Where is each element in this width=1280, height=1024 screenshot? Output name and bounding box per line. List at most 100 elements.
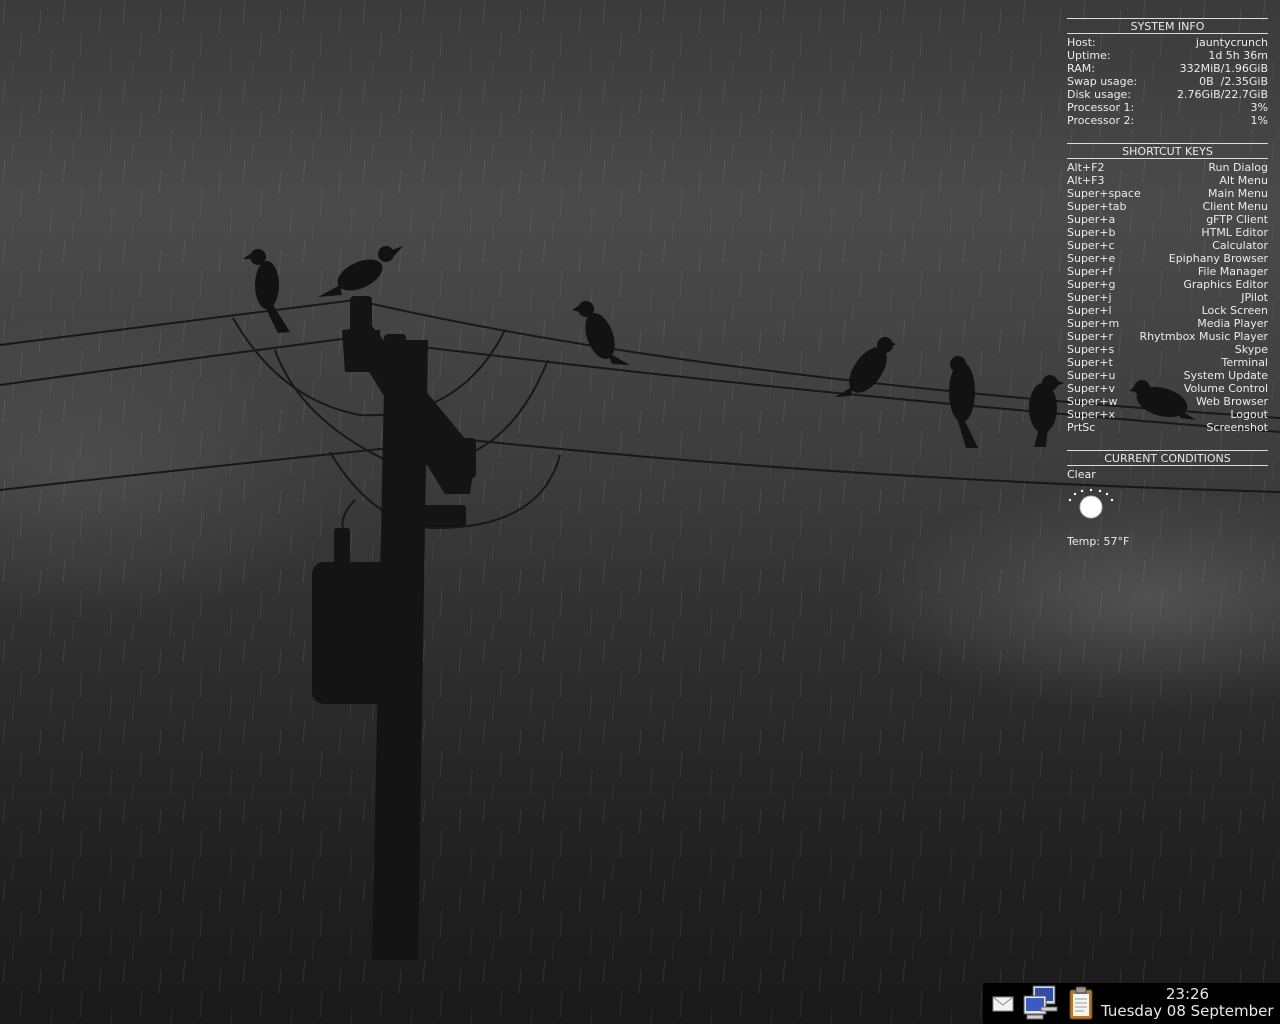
shortcut-row: Super+l Lock Screen — [1067, 304, 1268, 317]
weather-temperature: Temp: 57°F — [1067, 535, 1130, 548]
system-info-list: Host: jauntycrunch Uptime: 1d 5h 36m RAM… — [1067, 36, 1268, 127]
shortcut-row: Super+s Skype — [1067, 343, 1268, 356]
shortcut-action: Run Dialog — [1208, 161, 1268, 174]
shortcut-key: Super+c — [1067, 239, 1115, 252]
shortcut-keys-header: SHORTCUT KEYS — [1067, 143, 1268, 159]
shortcut-row: Super+v Volume Control — [1067, 382, 1268, 395]
shortcut-row: Super+f File Manager — [1067, 265, 1268, 278]
system-info-row-disk: Disk usage: 2.76GiB/22.7GiB — [1067, 88, 1268, 101]
clock-date: Tuesday 08 September — [1101, 1002, 1274, 1020]
shortcut-action: Client Menu — [1202, 200, 1268, 213]
system-info-row-uptime: Uptime: 1d 5h 36m — [1067, 49, 1268, 62]
shortcut-key: Super+u — [1067, 369, 1116, 382]
shortcut-key: Alt+F3 — [1067, 174, 1105, 187]
shortcut-row: Super+x Logout — [1067, 408, 1268, 421]
system-info-row-host: Host: jauntycrunch — [1067, 36, 1268, 49]
shortcut-row: Super+m Media Player — [1067, 317, 1268, 330]
shortcut-key: Super+w — [1067, 395, 1118, 408]
shortcut-action: Volume Control — [1183, 382, 1268, 395]
clock[interactable]: 23:26 Tuesday 08 September — [1095, 986, 1280, 1020]
info-label: Swap usage: — [1067, 75, 1138, 88]
shortcut-key: Alt+F2 — [1067, 161, 1105, 174]
shortcut-key: Super+s — [1067, 343, 1115, 356]
weather-condition: Clear — [1067, 468, 1096, 481]
shortcut-action: System Update — [1183, 369, 1268, 382]
shortcut-key: Super+v — [1067, 382, 1115, 395]
info-value: 1d 5h 36m — [1208, 49, 1268, 62]
shortcut-key: Super+a — [1067, 213, 1116, 226]
current-conditions-header: CURRENT CONDITIONS — [1067, 450, 1268, 466]
info-value: 332MiB/1.96GiB — [1179, 62, 1268, 75]
shortcut-keys-list: Alt+F2 Run Dialog Alt+F3 Alt Menu Super+spac… — [1067, 161, 1268, 434]
network-computers-icon[interactable] — [1021, 983, 1061, 1024]
shortcut-action: Logout — [1230, 408, 1268, 421]
shortcut-row: Super+a gFTP Client — [1067, 213, 1268, 226]
info-label: RAM: — [1067, 62, 1095, 75]
shortcut-row: Super+c Calculator — [1067, 239, 1268, 252]
mail-icon[interactable] — [987, 983, 1017, 1024]
conky-panel: SYSTEM INFO Host: jauntycrunch Uptime: 1… — [1067, 18, 1268, 548]
info-value: 0B /2.35GiB — [1199, 75, 1268, 88]
shortcut-row: Super+e Epiphany Browser — [1067, 252, 1268, 265]
info-value: 2.76GiB/22.7GiB — [1177, 88, 1268, 101]
shortcut-action: Main Menu — [1208, 187, 1268, 200]
shortcut-action: Graphics Editor — [1183, 278, 1268, 291]
shortcut-key: PrtSc — [1067, 421, 1096, 434]
clear-night-moon-icon — [1067, 483, 1117, 519]
shortcut-action: Rhytmbox Music Player — [1139, 330, 1268, 343]
shortcut-action: JPilot — [1241, 291, 1268, 304]
shortcut-action: Lock Screen — [1201, 304, 1268, 317]
shortcut-action: Alt Menu — [1219, 174, 1268, 187]
shortcut-key: Super+b — [1067, 226, 1116, 239]
shortcut-row: Super+u System Update — [1067, 369, 1268, 382]
shortcut-key: Super+t — [1067, 356, 1113, 369]
shortcut-row: Super+w Web Browser — [1067, 395, 1268, 408]
weather-condition-row: Clear — [1067, 468, 1268, 481]
info-label: Disk usage: — [1067, 88, 1132, 101]
info-value: 1% — [1250, 114, 1268, 127]
info-label: Processor 1: — [1067, 101, 1135, 114]
shortcut-key: Super+f — [1067, 265, 1113, 278]
shortcut-key: Super+m — [1067, 317, 1120, 330]
shortcut-row: PrtSc Screenshot — [1067, 421, 1268, 434]
shortcut-row: Super+r Rhytmbox Music Player — [1067, 330, 1268, 343]
system-info-row-swap: Swap usage: 0B /2.35GiB — [1067, 75, 1268, 88]
clipboard-icon[interactable] — [1065, 983, 1097, 1024]
info-label: Processor 2: — [1067, 114, 1135, 127]
shortcut-row: Super+t Terminal — [1067, 356, 1268, 369]
info-value: jauntycrunch — [1195, 36, 1268, 49]
shortcut-action: Web Browser — [1195, 395, 1268, 408]
shortcut-key: Super+space — [1067, 187, 1141, 200]
shortcut-action: Media Player — [1197, 317, 1268, 330]
system-info-header: SYSTEM INFO — [1067, 18, 1268, 34]
shortcut-key: Super+e — [1067, 252, 1116, 265]
shortcut-row: Alt+F3 Alt Menu — [1067, 174, 1268, 187]
shortcut-action: Epiphany Browser — [1168, 252, 1268, 265]
system-info-row-cpu1: Processor 1: 3% — [1067, 101, 1268, 114]
shortcut-key: Super+g — [1067, 278, 1116, 291]
shortcut-action: Calculator — [1212, 239, 1268, 252]
shortcut-key: Super+tab — [1067, 200, 1127, 213]
shortcut-action: gFTP Client — [1206, 213, 1268, 226]
shortcut-row: Super+tab Client Menu — [1067, 200, 1268, 213]
system-info-row-ram: RAM: 332MiB/1.96GiB — [1067, 62, 1268, 75]
info-value: 3% — [1250, 101, 1268, 114]
shortcut-key: Super+j — [1067, 291, 1112, 304]
shortcut-key: Super+r — [1067, 330, 1113, 343]
shortcut-action: File Manager — [1197, 265, 1268, 278]
info-label: Uptime: — [1067, 49, 1111, 62]
shortcut-row: Super+b HTML Editor — [1067, 226, 1268, 239]
desktop: SYSTEM INFO Host: jauntycrunch Uptime: 1… — [0, 0, 1280, 1024]
shortcut-action: Terminal — [1221, 356, 1269, 369]
shortcut-row: Super+j JPilot — [1067, 291, 1268, 304]
info-label: Host: — [1067, 36, 1096, 49]
shortcut-row: Alt+F2 Run Dialog — [1067, 161, 1268, 174]
shortcut-action: Screenshot — [1206, 421, 1268, 434]
shortcut-row: Super+space Main Menu — [1067, 187, 1268, 200]
shortcut-row: Super+g Graphics Editor — [1067, 278, 1268, 291]
shortcut-action: HTML Editor — [1201, 226, 1268, 239]
shortcut-action: Skype — [1234, 343, 1268, 356]
shortcut-key: Super+l — [1067, 304, 1112, 317]
system-info-row-cpu2: Processor 2: 1% — [1067, 114, 1268, 127]
clock-time: 23:26 — [1165, 985, 1210, 1003]
